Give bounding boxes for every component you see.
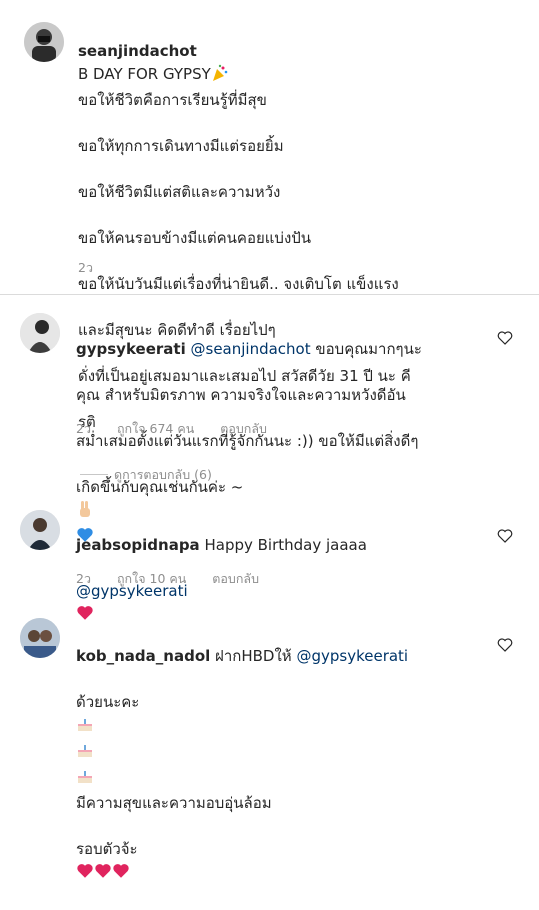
comment-username[interactable]: gypsykeerati [76,340,186,358]
caption-line-3: ขอให้ชีวิตมีแต่สติและความหวัง [78,183,281,201]
comment-meta: 2ว ถูกใจ 674 คน ตอบกลับ [76,419,289,439]
caption-line-1: ขอให้ชีวิตคือการเรียนรู้ที่มีสุข [78,91,267,109]
avatar-image [20,618,60,658]
avatar[interactable] [20,510,60,550]
avatar-image [20,510,60,550]
red-heart-icon [112,862,130,887]
mention-link[interactable]: @seanjindachot [191,340,311,358]
post-caption: seanjindachot B DAY FOR GYPSY ขอให้ชีวิต… [0,0,539,431]
red-heart-icon [94,862,112,887]
comment-likes[interactable]: ถูกใจ 10 คน [117,571,186,586]
replies-line [80,474,108,475]
comment-timestamp: 2ว [76,571,91,586]
comment-timestamp: 2ว [76,421,91,436]
red-heart-icon [76,862,94,887]
comment-text-part: รอบตัวจ้ะ [76,840,138,858]
comment-line: คุณ สำหรับมิตรภาพ ความจริงใจและความหวังด… [76,386,406,404]
avatar[interactable] [20,618,60,658]
birthday-cake-icon [76,767,94,792]
reply-button[interactable]: ตอบกลับ [220,421,267,436]
divider [0,294,539,295]
reply-button[interactable]: ตอบกลับ [212,571,259,586]
comment-likes[interactable]: ถูกใจ 674 คน [117,421,194,436]
comment-text-part: มีความสุขและความอบอุ่นล้อม [76,794,272,812]
comment-text-part: ขอบคุณมากๆนะ [315,340,422,358]
comment-username[interactable]: kob_nada_nadol [76,647,210,665]
avatar-image [24,22,64,62]
comment-text-part: Happy Birthday jaaaa [204,536,367,554]
birthday-cake-icon [76,715,94,740]
like-heart-icon[interactable] [496,527,514,545]
like-heart-icon[interactable] [496,636,514,654]
mention-link[interactable]: @gypsykeerati [296,647,408,665]
comment-text-part: ฝากHBDให้ [215,647,292,665]
post-title: B DAY FOR GYPSY [78,65,211,83]
party-popper-icon [211,64,229,89]
comment-meta: 2ว ถูกใจ 10 คน ตอบกลับ [76,569,281,589]
view-replies-button[interactable]: ดูการตอบกลับ (6) [114,465,212,485]
post-username[interactable]: seanjindachot [78,42,197,60]
avatar[interactable] [20,313,60,353]
caption-line-5: ขอให้นับวันมีแต่เรื่องที่น่ายินดี.. จงเต… [78,275,399,293]
like-heart-icon[interactable] [496,329,514,347]
caption-line-4: ขอให้คนรอบข้างมีแต่คนคอยแบ่งปัน [78,229,312,247]
comment-username[interactable]: jeabsopidnapa [76,536,200,554]
avatar[interactable] [24,22,64,62]
post-timestamp: 2ว [78,260,93,275]
birthday-cake-icon [76,741,94,766]
comment-text: kob_nada_nadol ฝากHBDให้ @gypsykeerati ด… [76,622,496,910]
caption-line-2: ขอให้ทุกการเดินทางมีแต่รอยยิ้ม [78,137,284,155]
avatar-image [20,313,60,353]
